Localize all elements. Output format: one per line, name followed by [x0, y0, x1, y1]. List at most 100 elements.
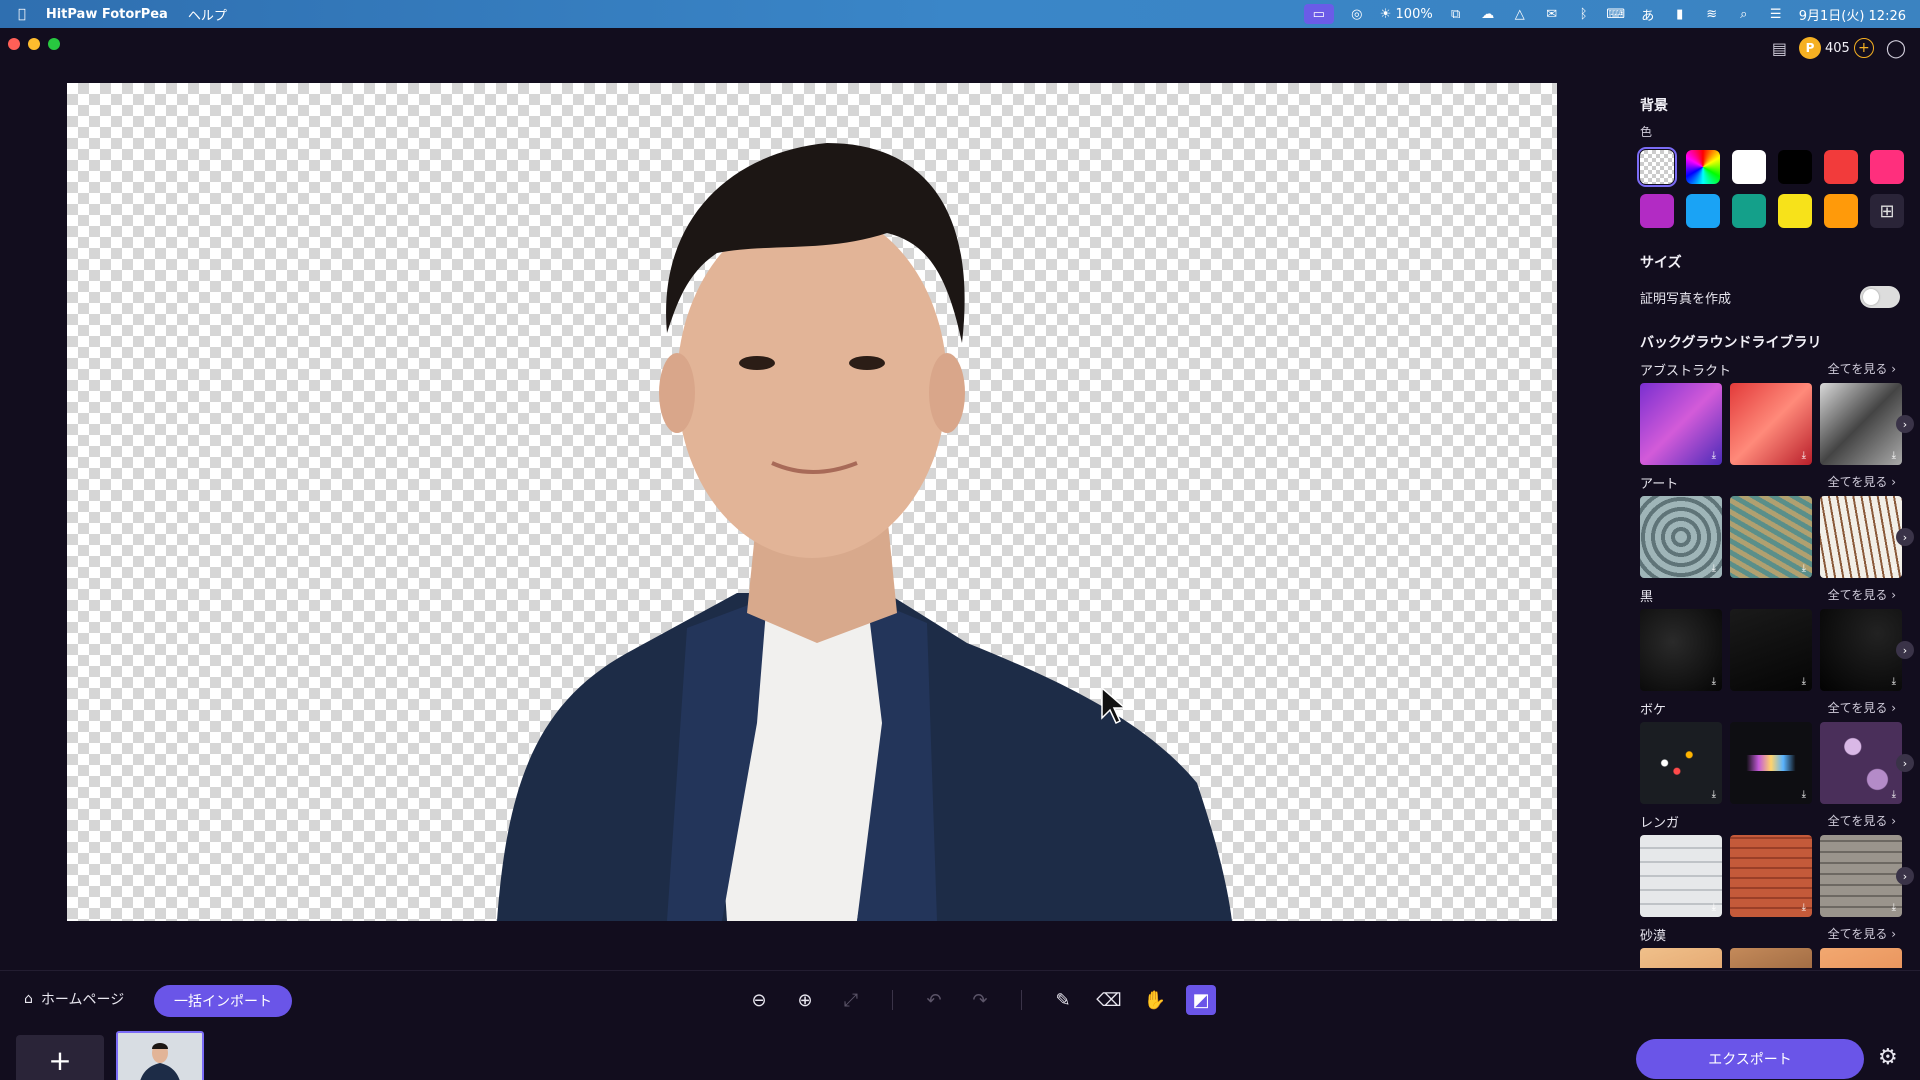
add-image-button[interactable]: + — [16, 1035, 104, 1080]
focus-icon[interactable]: ◎ — [1348, 6, 1366, 22]
bg-thumbnail[interactable]: ⤓ — [1640, 383, 1722, 465]
bg-thumbnail[interactable] — [1640, 948, 1722, 968]
editor-canvas[interactable] — [67, 83, 1557, 921]
fit-screen-icon[interactable]: ⤢ — [836, 985, 866, 1015]
export-button[interactable]: エクスポート — [1636, 1039, 1864, 1079]
add-credits-icon[interactable]: + — [1853, 38, 1874, 58]
toolbar-divider — [892, 990, 893, 1010]
home-button[interactable]: ⌂ ホームページ — [24, 989, 124, 1009]
batch-import-button[interactable]: 一括インポート — [154, 985, 292, 1017]
chevron-right-icon[interactable]: › — [1896, 754, 1914, 772]
bg-thumbnail[interactable]: ⤓ — [1820, 383, 1902, 465]
chevron-right-icon[interactable]: › — [1896, 641, 1914, 659]
brush-icon[interactable]: ✎ — [1048, 985, 1078, 1015]
bg-thumbnail[interactable]: ⤓ — [1640, 722, 1722, 804]
control-center-icon[interactable]: ☰ — [1767, 6, 1785, 22]
chevron-right-icon[interactable]: › — [1896, 867, 1914, 885]
see-all-link[interactable]: 全てを見る › — [1828, 699, 1896, 718]
color-label: 色 — [1640, 125, 1653, 139]
chat-icon[interactable]: ✉ — [1543, 6, 1561, 22]
bg-thumbnail[interactable]: ⤓ — [1640, 835, 1722, 917]
brightness-value: 100% — [1395, 6, 1433, 22]
battery-icon[interactable]: ▮ — [1671, 6, 1689, 22]
bg-thumbnail[interactable]: ⤓ — [1820, 609, 1902, 691]
bg-thumbnail[interactable]: ⤓ — [1730, 496, 1812, 578]
zoom-in-icon[interactable]: ⊕ — [790, 985, 820, 1015]
background-section-title: 背景 — [1640, 98, 1668, 114]
feedback-icon[interactable]: ▤ — [1772, 39, 1787, 58]
bg-thumbnail[interactable]: ⤓ — [1820, 722, 1902, 804]
color-swatches: ⊞ — [1637, 147, 1914, 228]
thumb-row: ⤓ ⤓ ⤓ › — [1640, 835, 1914, 917]
download-icon: ⤓ — [1891, 450, 1896, 461]
id-photo-toggle[interactable] — [1860, 286, 1900, 308]
drive-icon[interactable]: △ — [1511, 6, 1529, 22]
account-icon[interactable]: ◯ — [1886, 38, 1906, 59]
library-category-bokeh: ボケ 全てを見る › — [1640, 699, 1914, 718]
selected-image-thumbnail[interactable] — [116, 1031, 204, 1080]
topbar-actions: ▤ P 405 + ◯ — [1772, 37, 1906, 59]
hand-pan-icon[interactable]: ✋ — [1140, 985, 1170, 1015]
bg-thumbnail[interactable]: ⤓ — [1820, 496, 1902, 578]
bg-thumbnail[interactable]: ⤓ — [1730, 835, 1812, 917]
subject-cutout-image — [497, 143, 1232, 921]
brightness-status[interactable]: ☀ 100% — [1380, 7, 1433, 22]
close-window-icon[interactable] — [8, 38, 20, 50]
bluetooth-icon[interactable]: ᛒ — [1575, 6, 1593, 22]
bg-thumbnail[interactable]: ⤓ — [1640, 496, 1722, 578]
see-all-link[interactable]: 全てを見る › — [1828, 360, 1896, 379]
thumb-row — [1640, 948, 1914, 968]
bg-thumbnail[interactable]: ⤓ — [1730, 609, 1812, 691]
see-all-link[interactable]: 全てを見る › — [1828, 812, 1896, 831]
app-window: ▤ P 405 + ◯ 背景 色 ⊞ サイズ 証明写真を作成 バックグラウンドラ… — [0, 28, 1920, 1080]
see-all-link[interactable]: 全てを見る › — [1828, 586, 1896, 605]
help-menu[interactable]: ヘルプ — [188, 5, 227, 24]
bg-thumbnail[interactable]: ⤓ — [1820, 835, 1902, 917]
undo-icon[interactable]: ↶ — [919, 985, 949, 1015]
display-icon[interactable]: ⧉ — [1447, 6, 1465, 22]
coin-icon: P — [1799, 37, 1822, 59]
swatch-custom-color[interactable] — [1686, 150, 1720, 184]
library-category-desert: 砂漠 全てを見る › — [1640, 925, 1914, 944]
spotlight-icon[interactable]: ⌕ — [1735, 6, 1753, 22]
screen-share-icon[interactable]: ▭ — [1303, 4, 1334, 24]
chevron-right-icon[interactable]: › — [1896, 415, 1914, 433]
menubar-clock[interactable]: 9月1日(火) 12:26 — [1799, 5, 1906, 24]
cloud-icon[interactable]: ☁ — [1479, 6, 1497, 22]
input-method-icon[interactable]: あ — [1639, 6, 1657, 24]
swatch-white[interactable] — [1732, 150, 1766, 184]
swatch-red[interactable] — [1824, 150, 1858, 184]
compare-view-icon[interactable]: ◩ — [1186, 985, 1216, 1015]
bg-thumbnail[interactable]: ⤓ — [1730, 722, 1812, 804]
bg-thumbnail[interactable] — [1730, 948, 1812, 968]
chevron-right-icon[interactable]: › — [1896, 528, 1914, 546]
credit-balance[interactable]: P 405 + — [1799, 37, 1874, 59]
eraser-icon[interactable]: ⌫ — [1094, 985, 1124, 1015]
swatch-teal[interactable] — [1732, 194, 1766, 228]
swatch-purple[interactable] — [1640, 194, 1674, 228]
minimize-window-icon[interactable] — [28, 38, 40, 50]
swatch-blue[interactable] — [1686, 194, 1720, 228]
add-image-icon[interactable]: ⊞ — [1870, 194, 1904, 228]
thumb-row: ⤓ ⤓ ⤓ › — [1640, 496, 1914, 578]
category-name: レンガ — [1640, 816, 1680, 831]
bg-thumbnail[interactable] — [1820, 948, 1902, 968]
apple-icon[interactable]:  — [18, 7, 26, 22]
swatch-transparent[interactable] — [1637, 147, 1677, 187]
redo-icon[interactable]: ↷ — [965, 985, 995, 1015]
see-all-link[interactable]: 全てを見る › — [1828, 473, 1896, 492]
swatch-pink[interactable] — [1870, 150, 1904, 184]
swatch-yellow[interactable] — [1778, 194, 1812, 228]
download-icon: ⤓ — [1711, 789, 1716, 800]
swatch-black[interactable] — [1778, 150, 1812, 184]
maximize-window-icon[interactable] — [48, 38, 60, 50]
gear-icon[interactable]: ⚙ — [1878, 1045, 1898, 1070]
wifi-icon[interactable]: ≋ — [1703, 6, 1721, 22]
see-all-link[interactable]: 全てを見る › — [1828, 925, 1896, 944]
bg-thumbnail[interactable]: ⤓ — [1640, 609, 1722, 691]
bg-thumbnail[interactable]: ⤓ — [1730, 383, 1812, 465]
keyboard-icon[interactable]: ⌨ — [1606, 6, 1625, 22]
app-menu-name[interactable]: HitPaw FotorPea — [46, 7, 168, 22]
zoom-out-icon[interactable]: ⊖ — [744, 985, 774, 1015]
swatch-orange[interactable] — [1824, 194, 1858, 228]
